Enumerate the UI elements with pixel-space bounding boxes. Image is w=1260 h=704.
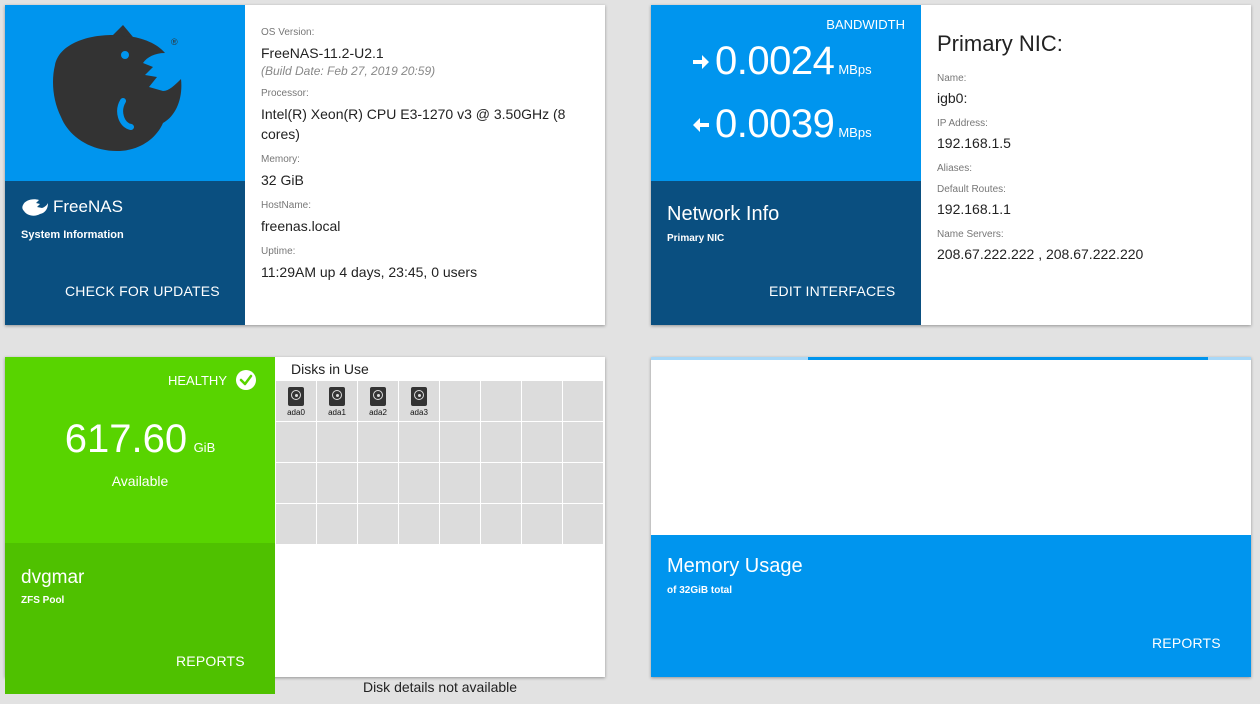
ip-address-field: IP Address: 192.168.1.5 bbox=[937, 118, 1011, 151]
empty-disk-slot bbox=[522, 422, 562, 462]
disks-in-use: Disks in Use ada0 ada1 ada2 ada3 bbox=[275, 357, 605, 544]
network-info-panel: Network Info Primary NIC EDIT INTERFACES bbox=[651, 181, 921, 325]
edit-interfaces-button[interactable]: EDIT INTERFACES bbox=[769, 283, 895, 299]
empty-disk-slot bbox=[358, 422, 398, 462]
pool-health-panel: HEALTHY 617.60 GiB Available bbox=[5, 357, 275, 543]
empty-disk-slot bbox=[481, 504, 521, 544]
disk-slot[interactable]: ada0 bbox=[276, 381, 316, 421]
hard-disk-icon bbox=[370, 387, 386, 406]
memory-usage-card: Memory Usage of 32GiB total REPORTS bbox=[651, 357, 1251, 677]
disk-slot[interactable]: ada3 bbox=[399, 381, 439, 421]
empty-disk-slot bbox=[440, 422, 480, 462]
empty-disk-slot bbox=[522, 504, 562, 544]
available-label: Available bbox=[111, 473, 169, 489]
memory-field: Memory: 32 GiB bbox=[261, 154, 304, 188]
loading-progress-fill bbox=[808, 357, 1208, 360]
pool-available: 617.60 GiB bbox=[5, 417, 275, 462]
available-unit: GiB bbox=[193, 440, 216, 455]
primary-nic-title: Primary NIC: bbox=[937, 31, 1063, 56]
system-details: OS Version: FreeNAS-11.2-U2.1 (Build Dat… bbox=[245, 5, 605, 314]
freenas-small-icon bbox=[22, 199, 48, 216]
system-info-panel: FreeNAS System Information CHECK FOR UPD… bbox=[5, 181, 245, 325]
empty-disk-slot bbox=[522, 463, 562, 503]
hard-disk-icon bbox=[288, 387, 304, 406]
check-for-updates-button[interactable]: CHECK FOR UPDATES bbox=[65, 283, 220, 299]
memory-usage-title: Memory Usage bbox=[667, 555, 803, 577]
processor-field: Processor: Intel(R) Xeon(R) CPU E3-1270 … bbox=[261, 88, 566, 142]
pool-name-panel: dvgmar ZFS Pool REPORTS bbox=[5, 543, 275, 694]
empty-disk-slot bbox=[358, 463, 398, 503]
network-info-subtitle: Primary NIC bbox=[667, 233, 725, 244]
empty-disk-slot bbox=[481, 381, 521, 421]
empty-disk-slot bbox=[276, 463, 316, 503]
bandwidth-label: BANDWIDTH bbox=[826, 17, 905, 32]
freenas-logo-area: ® bbox=[5, 5, 245, 181]
freenas-brand-text: FreeNAS bbox=[53, 197, 123, 216]
memory-info-panel: Memory Usage of 32GiB total REPORTS bbox=[651, 535, 1251, 677]
empty-disk-slot bbox=[563, 422, 603, 462]
empty-disk-slot bbox=[399, 463, 439, 503]
bandwidth-in: 0.0039 MBps bbox=[691, 102, 872, 147]
empty-disk-slot bbox=[276, 504, 316, 544]
hard-disk-icon bbox=[329, 387, 345, 406]
pool-subtitle: ZFS Pool bbox=[21, 595, 65, 606]
empty-disk-slot bbox=[481, 422, 521, 462]
arrow-left-icon bbox=[693, 117, 709, 132]
network-info-title: Network Info bbox=[667, 203, 780, 225]
nic-name-field: Name: igb0: bbox=[937, 73, 968, 106]
aliases-field: Aliases: bbox=[937, 163, 973, 174]
disk-slot[interactable]: ada1 bbox=[317, 381, 357, 421]
disk-slot[interactable]: ada2 bbox=[358, 381, 398, 421]
empty-disk-slot bbox=[440, 463, 480, 503]
name-servers-field: Name Servers: 208.67.222.222 , 208.67.22… bbox=[937, 229, 1144, 262]
empty-disk-slot bbox=[440, 504, 480, 544]
bandwidth-out: 0.0024 MBps bbox=[691, 39, 872, 84]
disks-title: Disks in Use bbox=[291, 361, 369, 377]
pool-card: HEALTHY 617.60 GiB Available dvgmar ZFS … bbox=[5, 357, 605, 694]
hostname-field: HostName: freenas.local bbox=[261, 200, 341, 234]
memory-usage-subtitle: of 32GiB total bbox=[667, 585, 733, 596]
svg-text:®: ® bbox=[171, 37, 178, 47]
empty-disk-slot bbox=[522, 381, 562, 421]
empty-disk-slot bbox=[563, 504, 603, 544]
empty-disk-slot bbox=[317, 463, 357, 503]
uptime-field: Uptime: 11:29AM up 4 days, 23:45, 0 user… bbox=[261, 246, 478, 280]
disk-details-note: Disk details not available bbox=[362, 679, 518, 695]
disk-grid: ada0 ada1 ada2 ada3 bbox=[276, 381, 604, 544]
empty-disk-slot bbox=[276, 422, 316, 462]
system-info-subtitle: System Information bbox=[21, 229, 124, 241]
empty-disk-slot bbox=[563, 381, 603, 421]
empty-disk-slot bbox=[399, 504, 439, 544]
arrow-right-icon bbox=[693, 54, 709, 69]
empty-disk-slot bbox=[317, 422, 357, 462]
loading-progress-bar bbox=[651, 357, 1251, 360]
empty-disk-slot bbox=[358, 504, 398, 544]
pool-name: dvgmar bbox=[21, 567, 85, 588]
pool-reports-button[interactable]: REPORTS bbox=[176, 653, 245, 669]
empty-disk-slot bbox=[563, 463, 603, 503]
empty-disk-slot bbox=[317, 504, 357, 544]
available-value: 617.60 bbox=[64, 417, 188, 461]
bandwidth-panel: BANDWIDTH 0.0024 MBps 0.0039 MBps bbox=[651, 5, 921, 181]
pool-status-text: HEALTHY bbox=[168, 372, 227, 388]
memory-reports-button[interactable]: REPORTS bbox=[1152, 635, 1221, 651]
network-info-card: BANDWIDTH 0.0024 MBps 0.0039 MBps Networ… bbox=[651, 5, 1251, 325]
nic-details: Primary NIC: Name: igb0: IP Address: 192… bbox=[921, 5, 1251, 300]
hard-disk-icon bbox=[411, 387, 427, 406]
empty-disk-slot bbox=[481, 463, 521, 503]
pool-status: HEALTHY bbox=[168, 369, 257, 391]
check-circle-icon bbox=[236, 370, 256, 390]
freenas-shark-logo: ® bbox=[53, 25, 182, 151]
empty-disk-slot bbox=[399, 422, 439, 462]
os-version-field: OS Version: FreeNAS-11.2-U2.1 (Build Dat… bbox=[261, 27, 436, 78]
freenas-brand: FreeNAS bbox=[21, 197, 123, 217]
empty-disk-slot bbox=[440, 381, 480, 421]
system-info-card: ® FreeNAS System Information CHECK FOR U… bbox=[5, 5, 605, 325]
default-routes-field: Default Routes: 192.168.1.1 bbox=[937, 184, 1011, 217]
